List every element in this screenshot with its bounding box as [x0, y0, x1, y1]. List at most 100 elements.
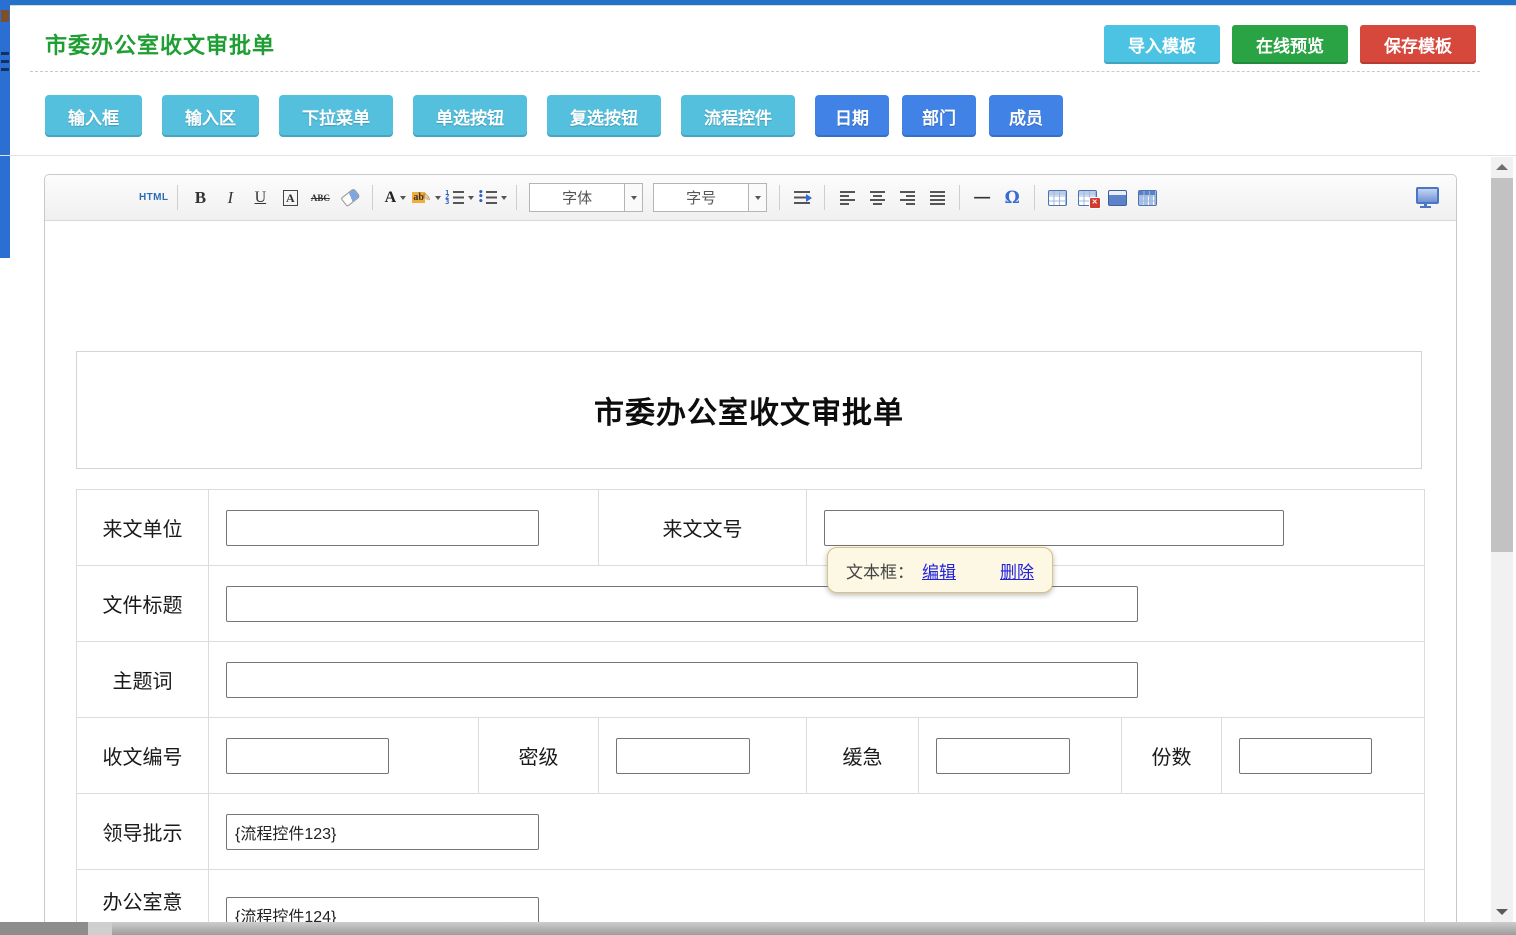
triangle-up-icon [1496, 164, 1508, 170]
source-code-button[interactable]: HTML [139, 183, 168, 213]
toolbar-separator [824, 185, 825, 210]
label-doc-title: 文件标题 [77, 566, 209, 642]
font-family-select[interactable]: 字体 [529, 183, 643, 212]
strikethrough-button[interactable]: ABC [307, 183, 333, 213]
rich-text-editor: HTML B I U A ABC A [44, 174, 1457, 935]
add-input-box-button[interactable]: 输入框 [45, 95, 142, 137]
table-column-properties-button[interactable] [1134, 183, 1160, 213]
label-incoming-doc-no: 来文文号 [599, 490, 807, 566]
component-toolbar: 输入框 输入区 下拉菜单 单选按钮 复选按钮 流程控件 日期 部门 成员 [45, 95, 1076, 137]
chevron-down-icon [755, 196, 761, 200]
toolbar-separator [177, 185, 178, 210]
incoming-unit-input[interactable] [226, 510, 539, 546]
underline-icon: U [255, 189, 267, 207]
table-row: 文件标题 [77, 566, 1425, 642]
urgency-input[interactable] [936, 738, 1070, 774]
remove-format-button[interactable] [337, 183, 363, 213]
align-justify-button[interactable] [924, 183, 950, 213]
tooltip-edit-link[interactable]: 编辑 [922, 558, 956, 583]
leader-comments-input[interactable] [226, 814, 539, 850]
table-row: 收文编号 密级 缓急 份数 [77, 718, 1425, 794]
indent-button[interactable] [789, 183, 815, 213]
table-properties-button[interactable] [1104, 183, 1130, 213]
select-arrow-button[interactable] [748, 184, 766, 211]
editor-content[interactable]: 市委办公室收文审批单 来文单位 来文文号 [45, 221, 1456, 935]
unordered-list-icon: ••• [478, 191, 497, 204]
italic-button[interactable]: I [217, 183, 243, 213]
label-subject-words: 主题词 [77, 642, 209, 718]
triangle-down-icon [1496, 909, 1508, 915]
special-character-button[interactable]: Ω [999, 183, 1025, 213]
clipped-icon [1, 52, 9, 55]
font-size-select[interactable]: 字号 [653, 183, 767, 212]
monitor-icon [1416, 187, 1439, 204]
vertical-scrollbar[interactable] [1491, 157, 1513, 922]
unordered-list-button[interactable]: ••• [478, 183, 507, 213]
add-dropdown-button[interactable]: 下拉菜单 [279, 95, 393, 137]
insert-table-button[interactable] [1044, 183, 1070, 213]
add-radio-button[interactable]: 单选按钮 [413, 95, 527, 137]
bold-button[interactable]: B [187, 183, 213, 213]
chevron-down-icon [501, 196, 507, 200]
dashed-divider [30, 71, 1480, 72]
save-template-button[interactable]: 保存模板 [1360, 25, 1476, 64]
cell-copies [1222, 718, 1425, 794]
cell-secrecy [599, 718, 807, 794]
document-title-box: 市委办公室收文审批单 [76, 351, 1422, 469]
editor-toolbar: HTML B I U A ABC A [45, 175, 1456, 221]
add-department-button[interactable]: 部门 [902, 95, 976, 137]
chevron-down-icon [435, 196, 441, 200]
label-secrecy: 密级 [479, 718, 599, 794]
clipped-icon [1, 60, 9, 63]
secrecy-input[interactable] [616, 738, 750, 774]
scroll-up-arrow[interactable] [1491, 159, 1513, 175]
add-checkbox-button[interactable]: 复选按钮 [547, 95, 661, 137]
add-member-button[interactable]: 成员 [989, 95, 1063, 137]
highlight-color-button[interactable]: ab [412, 183, 441, 213]
font-color-button[interactable]: A [382, 183, 408, 213]
align-right-icon [900, 191, 915, 205]
tooltip-delete-link[interactable]: 删除 [1000, 558, 1034, 583]
select-arrow-button[interactable] [624, 184, 642, 211]
add-textarea-button[interactable]: 输入区 [162, 95, 259, 137]
add-date-button[interactable]: 日期 [815, 95, 889, 137]
toolbar-separator [516, 185, 517, 210]
align-right-button[interactable] [894, 183, 920, 213]
align-center-button[interactable] [864, 183, 890, 213]
table-row: 主题词 [77, 642, 1425, 718]
app-window: 市委办公室收文审批单 导入模板 在线预览 保存模板 输入框 输入区 下拉菜单 单… [0, 0, 1516, 935]
delete-table-button[interactable] [1074, 183, 1100, 213]
char-border-button[interactable]: A [277, 183, 303, 213]
table-columns-icon [1138, 190, 1157, 206]
add-flow-control-button[interactable]: 流程控件 [681, 95, 795, 137]
subject-words-input[interactable] [226, 662, 1138, 698]
chevron-down-icon [468, 196, 474, 200]
field-tooltip: 文本框： 编辑 删除 [827, 547, 1053, 593]
ordered-list-button[interactable]: 123 [445, 183, 474, 213]
copies-input[interactable] [1239, 738, 1372, 774]
toolbar-separator [372, 185, 373, 210]
table-delete-icon [1078, 190, 1097, 206]
chevron-down-icon [631, 196, 637, 200]
font-color-icon: A [385, 189, 397, 207]
incoming-doc-no-input[interactable] [824, 510, 1284, 546]
document-title: 市委办公室收文审批单 [594, 388, 904, 432]
bottom-edge-segment [88, 922, 112, 935]
align-left-icon [840, 191, 855, 205]
online-preview-button[interactable]: 在线预览 [1232, 25, 1348, 64]
table-row: 来文单位 来文文号 [77, 490, 1425, 566]
scrollbar-thumb[interactable] [1491, 178, 1513, 552]
align-left-button[interactable] [834, 183, 860, 213]
scroll-down-arrow[interactable] [1491, 904, 1513, 920]
label-receipt-no: 收文编号 [77, 718, 209, 794]
fullscreen-button[interactable] [1414, 183, 1440, 213]
cell-subject-words [209, 642, 1425, 718]
strikethrough-icon: ABC [311, 193, 330, 203]
underline-button[interactable]: U [247, 183, 273, 213]
horizontal-rule-button[interactable]: — [969, 183, 995, 213]
bold-icon: B [195, 188, 206, 208]
left-window-edge [0, 0, 10, 258]
import-template-button[interactable]: 导入模板 [1104, 25, 1220, 64]
cell-urgency [919, 718, 1122, 794]
receipt-no-input[interactable] [226, 738, 389, 774]
